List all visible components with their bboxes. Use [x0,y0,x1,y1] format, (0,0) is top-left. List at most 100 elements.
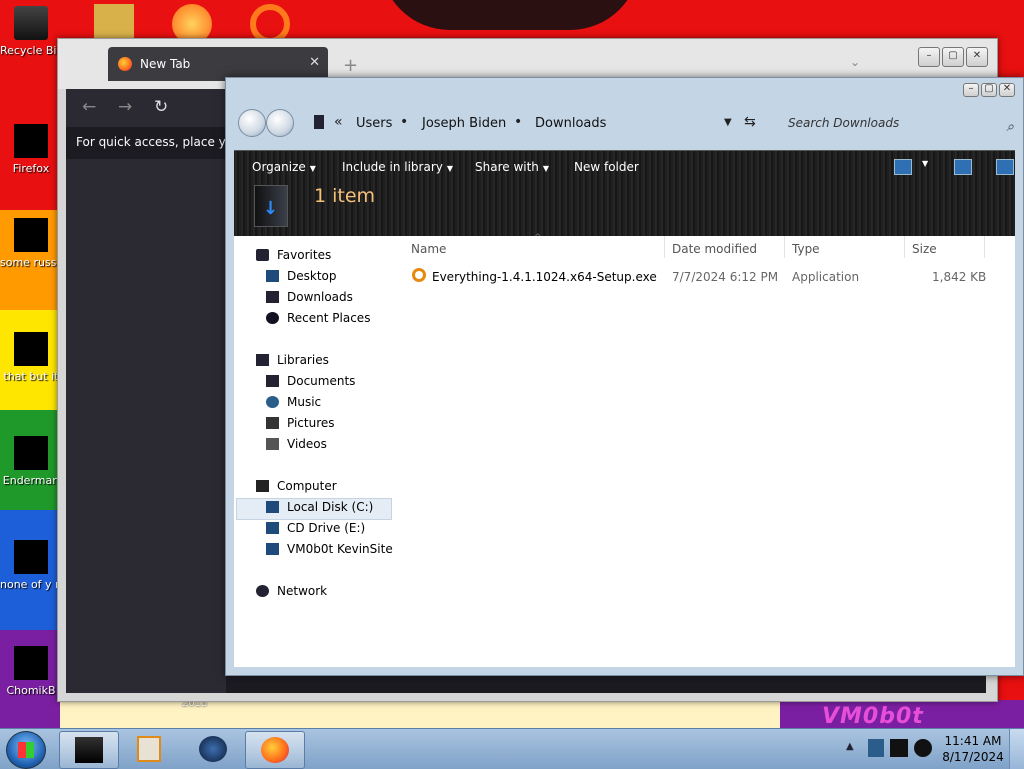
taskbar-explorer-button[interactable] [59,731,119,769]
search-icon[interactable]: ⌕ [1006,114,1014,140]
search-placeholder: Search Downloads [788,116,900,130]
minimize-icon[interactable]: – [918,47,940,67]
new-tab-icon[interactable]: + [343,55,358,76]
nav-cd-drive[interactable]: CD Drive (E:) [266,521,365,535]
nav-documents[interactable]: Documents [266,374,355,388]
close-icon[interactable]: ✕ [999,83,1015,97]
breadcrumb-separator: • [514,114,523,130]
taskbar-globe-button[interactable] [184,731,242,767]
chevron-down-icon[interactable]: ▼ [922,159,930,173]
breadcrumb-item[interactable]: Downloads [535,116,606,131]
show-hidden-icons[interactable]: ▲ [846,741,854,752]
nav-label: Computer [277,479,337,493]
desktop-icon-label: that but it [3,370,59,383]
nav-computer[interactable]: Computer [256,479,337,493]
share-with-button[interactable]: Share with ▼ [475,160,549,174]
include-in-library-button[interactable]: Include in library ▼ [342,160,453,174]
breadcrumb-item[interactable]: Users [356,116,392,131]
nav-local-disk[interactable]: Local Disk (C:) [266,500,373,514]
browser-tab[interactable]: New Tab ✕ [108,47,328,81]
organize-button[interactable]: Organize ▼ [252,160,316,174]
explorer-content: Favorites Desktop Downloads Recent Place… [234,233,1015,667]
nav-pictures[interactable]: Pictures [266,416,335,430]
taskbar: ▲ 11:41 AM 8/17/2024 [0,728,1024,769]
search-input[interactable]: Search Downloads ⌕ [780,110,1018,136]
column-divider[interactable] [664,236,665,258]
file-name: Everything-1.4.1.1024.x64-Setup.exe [432,270,657,284]
back-icon[interactable]: ← [82,97,96,117]
desktop-icon-file[interactable]: Enderman [0,436,62,488]
column-divider[interactable] [984,236,985,258]
desktop-icon-file[interactable]: some russ ran a ra [0,218,62,270]
show-desktop-button[interactable] [1009,729,1024,769]
column-header-type[interactable]: Type [792,242,820,256]
organize-label: Organize [252,160,306,174]
explorer-title-bar[interactable]: – ▢ ✕ [226,78,1023,104]
nav-recent-places[interactable]: Recent Places [266,311,370,325]
taskbar-firefox-button[interactable] [245,731,305,769]
breadcrumb-separator: • [400,114,409,130]
new-tab-page [66,159,226,693]
file-row[interactable]: Everything-1.4.1.1024.x64-Setup.exe 7/7/… [404,266,1015,288]
maximize-icon[interactable]: ▢ [942,47,964,67]
include-in-library-label: Include in library [342,160,443,174]
nav-desktop[interactable]: Desktop [266,269,337,283]
desktop-icon-file[interactable]: none of y retards kn [0,540,62,592]
minimize-icon[interactable]: – [963,83,979,97]
start-button[interactable] [6,731,46,769]
forward-icon[interactable] [266,109,294,137]
close-tab-icon[interactable]: ✕ [309,55,320,70]
desktop-icon-label: ChomikB [6,684,56,697]
clock[interactable]: 11:41 AM 8/17/2024 [940,733,1006,765]
chevron-down-icon: ▼ [309,164,316,173]
nav-music[interactable]: Music [266,395,321,409]
nav-videos[interactable]: Videos [266,437,327,451]
tab-list-icon[interactable]: ⌄ [850,55,860,69]
reload-icon[interactable]: ↻ [154,97,168,117]
column-divider[interactable] [904,236,905,258]
new-folder-button[interactable]: New folder [574,160,639,174]
action-center-icon[interactable] [868,739,884,757]
back-icon[interactable] [238,109,266,137]
breadcrumb-item[interactable]: Joseph Biden [422,116,506,131]
desktop-icon-file[interactable]: that but it [0,332,62,384]
desktop-icon-firefox[interactable]: Firefox [0,124,62,176]
recent-places-icon [266,312,279,324]
volume-icon[interactable] [914,739,932,757]
nav-label: VM0b0t KevinSite [287,542,393,556]
nav-favorites[interactable]: Favorites [256,248,331,262]
column-header-name[interactable]: Name [411,242,446,256]
preview-pane-icon[interactable] [954,159,972,175]
help-icon[interactable] [996,159,1014,175]
nav-label: Network [277,584,328,598]
nav-network[interactable]: Network [256,584,327,598]
change-view-icon[interactable] [894,159,912,175]
chevron-down-icon[interactable]: ▼ [724,117,732,128]
firefox-icon [118,57,132,71]
taskbar-media-player-button[interactable] [120,731,178,767]
refresh-icon[interactable]: ⇆ [744,114,756,130]
nav-libraries[interactable]: Libraries [256,353,329,367]
close-icon[interactable]: ✕ [966,47,988,67]
system-tray [864,731,944,767]
chevron-icon: « [334,114,343,130]
nav-label: Libraries [277,353,329,367]
nav-downloads[interactable]: Downloads [266,290,353,304]
column-divider[interactable] [784,236,785,258]
clock-time: 11:41 AM [944,734,1002,748]
network-icon[interactable] [890,739,908,757]
maximize-icon[interactable]: ▢ [981,83,997,97]
column-header-date[interactable]: Date modified [672,242,757,256]
item-count: 1 item [314,185,376,207]
forward-icon[interactable]: → [118,97,132,117]
desktop-icon-file[interactable]: ChomikB [0,646,62,698]
chevron-down-icon: ▼ [446,164,454,173]
downloads-folder-icon [254,185,288,227]
nav-label: Pictures [287,416,335,430]
column-header-size[interactable]: Size [912,242,937,256]
nav-label: CD Drive (E:) [287,521,366,535]
address-bar: « Users • Joseph Biden • Downloads ▼ ⇆ S… [234,104,1015,144]
nav-label: Desktop [287,269,337,283]
nav-network-drive[interactable]: VM0b0t KevinSite [266,542,393,556]
desktop-icon-recycle-bin[interactable]: Recycle Bin [0,6,62,58]
